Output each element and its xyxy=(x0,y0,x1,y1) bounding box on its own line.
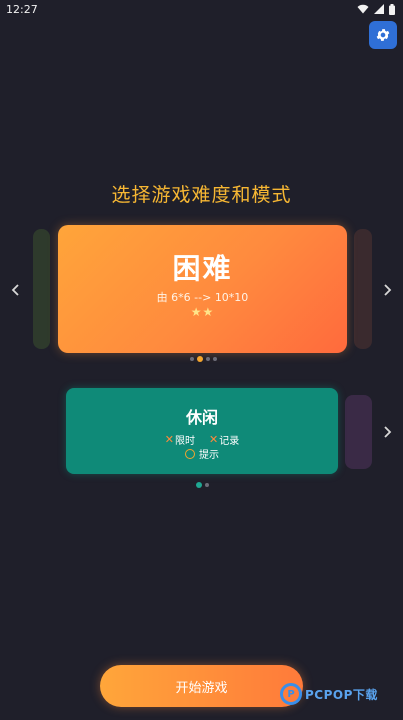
mode-option-label: 记录 xyxy=(219,436,240,447)
cross-icon: ✕ xyxy=(164,433,174,446)
status-time: 12:27 xyxy=(6,2,38,16)
watermark-text: PCPOP下载 xyxy=(305,687,378,702)
status-icons xyxy=(357,3,395,15)
page-dot xyxy=(205,483,209,487)
mode-options: ✕ 限时 ✕ 记录 xyxy=(66,432,338,447)
watermark: P PCPOP下载 xyxy=(280,683,378,705)
gear-icon xyxy=(376,29,390,41)
page-dot xyxy=(213,357,217,361)
wifi-icon xyxy=(357,4,369,14)
page-title: 选择游戏难度和模式 xyxy=(111,184,292,206)
chevron-right-icon xyxy=(384,426,392,438)
mode-option-label: 限时 xyxy=(175,436,195,447)
status-bar: 12:27 xyxy=(0,0,403,18)
difficulty-next-card[interactable] xyxy=(354,229,372,349)
difficulty-stars: ★★ xyxy=(190,305,215,319)
cross-icon: ✕ xyxy=(209,433,219,446)
mode-name: 休闲 xyxy=(185,408,218,427)
difficulty-range: 由 6*6 --> 10*10 xyxy=(156,291,249,304)
mode-next-card[interactable] xyxy=(345,395,372,469)
mode-option-label: 提示 xyxy=(199,450,219,461)
difficulty-page-indicator xyxy=(190,356,217,362)
mode-next-arrow[interactable] xyxy=(379,424,395,440)
battery-icon xyxy=(389,3,395,15)
circle-icon xyxy=(185,448,195,459)
mode-option-timed: ✕ 限时 xyxy=(165,432,195,447)
chevron-left-icon xyxy=(11,284,19,296)
difficulty-name: 困难 xyxy=(172,252,233,285)
start-game-button[interactable]: 开始游戏 xyxy=(100,665,303,707)
page-dot xyxy=(206,357,210,361)
mode-option-record: ✕ 记录 xyxy=(209,432,239,447)
difficulty-next-arrow[interactable] xyxy=(379,282,395,298)
signal-icon xyxy=(374,4,384,14)
difficulty-card[interactable]: 困难 由 6*6 --> 10*10 ★★ xyxy=(58,225,347,353)
page-dot xyxy=(197,356,203,362)
page-dot xyxy=(190,357,194,361)
settings-button[interactable] xyxy=(369,21,397,49)
chevron-right-icon xyxy=(384,284,392,296)
page-dot xyxy=(196,482,202,488)
mode-card[interactable]: 休闲 ✕ 限时 ✕ 记录 提示 xyxy=(66,388,338,474)
mode-hint-row: 提示 xyxy=(66,446,338,461)
mode-option-hint: 提示 xyxy=(185,446,219,461)
difficulty-prev-arrow[interactable] xyxy=(8,282,24,298)
difficulty-prev-card[interactable] xyxy=(33,229,50,349)
watermark-logo-icon: P xyxy=(280,683,302,705)
mode-page-indicator xyxy=(196,482,209,488)
